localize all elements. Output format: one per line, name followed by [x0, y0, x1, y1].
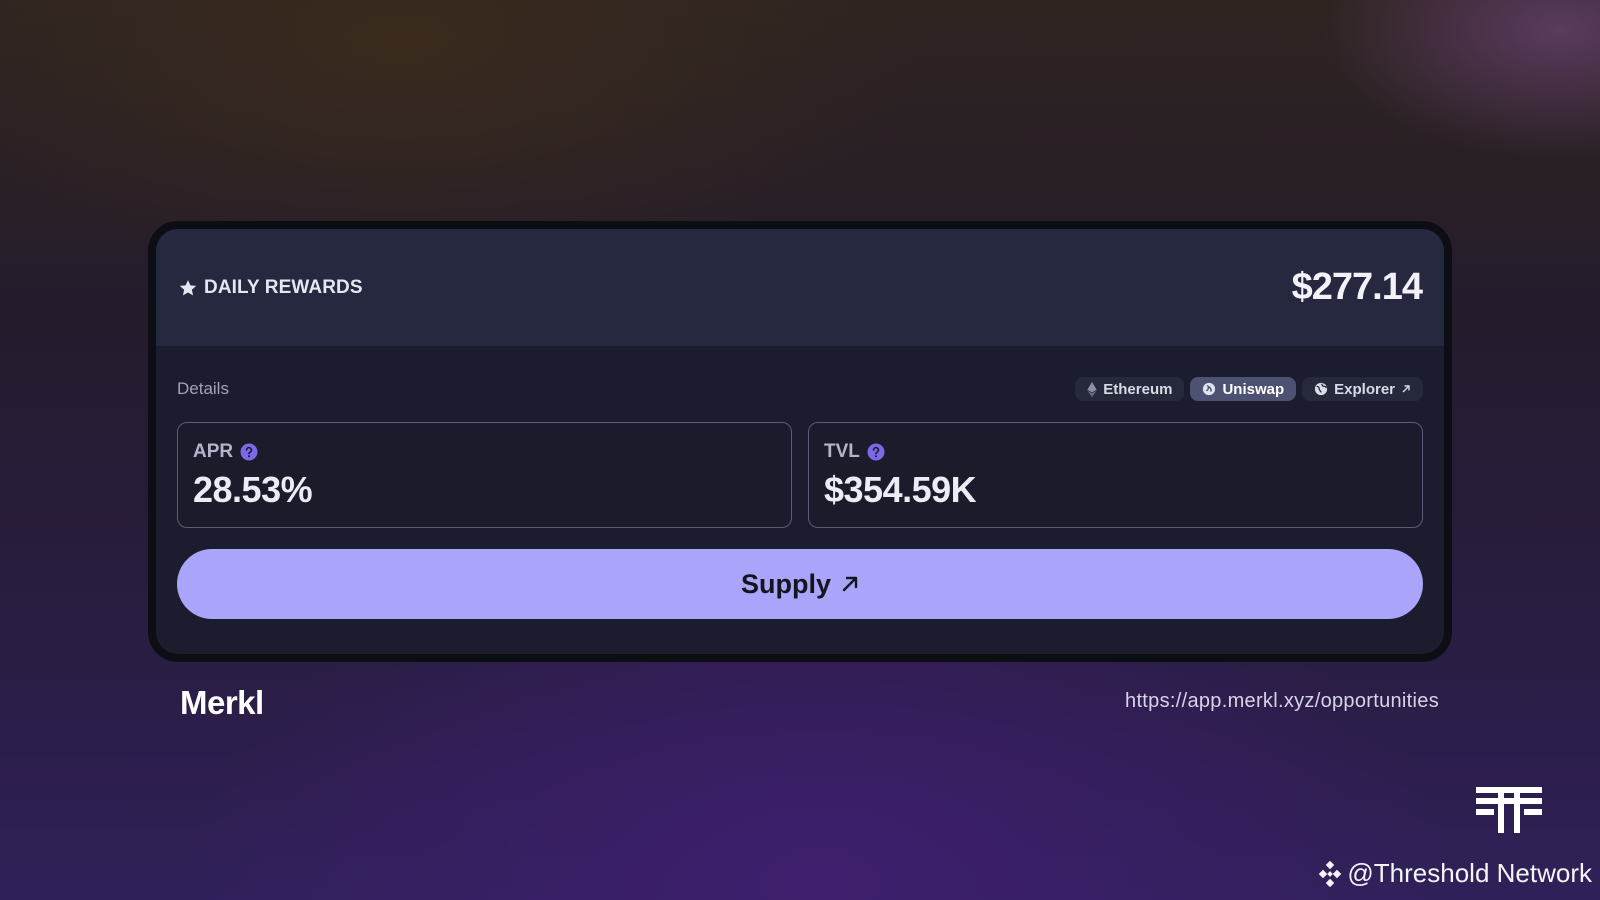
tag-label: Uniswap: [1222, 380, 1285, 398]
help-icon[interactable]: [240, 443, 258, 461]
threshold-logo-icon: [1476, 787, 1542, 838]
card-body: Details Ethereum Uniswap Explorer APR 28…: [156, 346, 1444, 619]
supply-button[interactable]: Supply: [177, 549, 1423, 619]
arrow-up-right-icon: [1401, 384, 1411, 394]
tag-explorer[interactable]: Explorer: [1302, 377, 1423, 401]
apr-stat: APR 28.53%: [177, 422, 792, 528]
tvl-stat: TVL $354.59K: [808, 422, 1423, 528]
merkl-logo: Merkl: [180, 684, 264, 721]
tag-label: Ethereum: [1103, 380, 1173, 398]
ethereum-icon: [1087, 381, 1097, 397]
tag-label: Explorer: [1334, 380, 1395, 398]
details-row: Details Ethereum Uniswap Explorer: [177, 366, 1423, 412]
stats-row: APR 28.53% TVL $354.59K: [177, 422, 1423, 528]
apr-label: APR: [193, 441, 234, 462]
apr-value: 28.53%: [193, 469, 313, 510]
watermark: @Threshold Network: [1317, 858, 1592, 889]
rewards-card: DAILY REWARDS $277.14 Details Ethereum U…: [156, 229, 1444, 654]
tag-uniswap[interactable]: Uniswap: [1190, 377, 1297, 401]
tag-list: Ethereum Uniswap Explorer: [1075, 377, 1423, 401]
help-icon[interactable]: [867, 443, 885, 461]
tag-ethereum[interactable]: Ethereum: [1075, 377, 1185, 401]
card-header: DAILY REWARDS $277.14: [156, 229, 1444, 346]
watermark-text: @Threshold Network: [1347, 858, 1592, 888]
tvl-label: TVL: [824, 441, 860, 462]
apr-head: APR: [193, 441, 776, 463]
daily-rewards-label: DAILY REWARDS: [204, 276, 363, 298]
supply-label: Supply: [740, 568, 831, 599]
details-label: Details: [177, 379, 229, 398]
star-icon: [178, 278, 198, 298]
opportunities-url[interactable]: https://app.merkl.xyz/opportunities: [1125, 690, 1439, 713]
arrow-up-right-icon: [841, 575, 859, 593]
tvl-head: TVL: [824, 441, 1407, 463]
rewards-card-frame: DAILY REWARDS $277.14 Details Ethereum U…: [148, 221, 1452, 662]
globe-icon: [1314, 382, 1328, 396]
daily-rewards-amount: $277.14: [1291, 266, 1423, 308]
binance-square-icon: [1317, 860, 1343, 887]
uniswap-icon: [1202, 382, 1216, 396]
tvl-value: $354.59K: [824, 469, 977, 510]
daily-rewards-heading: DAILY REWARDS: [178, 277, 363, 299]
